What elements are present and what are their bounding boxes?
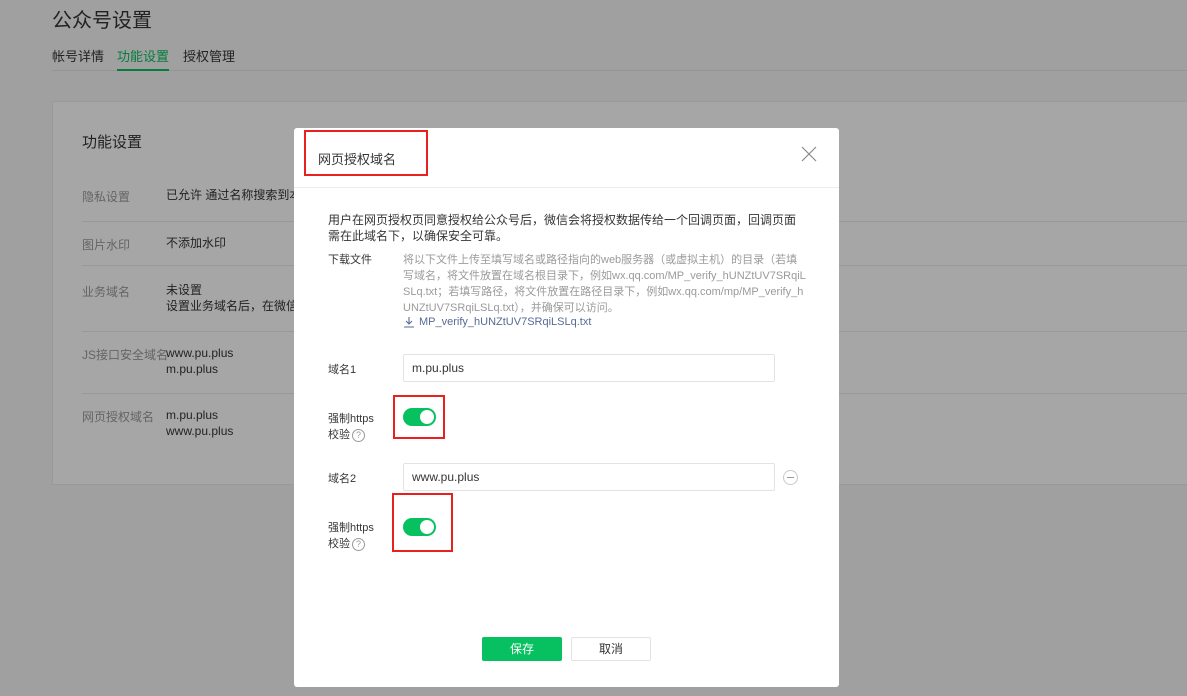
https2-label: 强制https (328, 522, 374, 534)
https1-label: 强制https (328, 413, 374, 425)
download-label: 下载文件 (328, 254, 372, 266)
https1-label-line2: 校验? (328, 426, 365, 442)
oauth-domain-dialog: 网页授权域名 用户在网页授权页同意授权给公众号后，微信会将授权数据传给一个回调页… (294, 128, 839, 687)
verify-label: 校验 (328, 538, 350, 550)
cancel-button[interactable]: 取消 (571, 637, 651, 661)
domain2-input[interactable] (403, 463, 775, 491)
verify-label: 校验 (328, 429, 350, 441)
download-file-name: MP_verify_hUNZtUV7SRqiLSLq.txt (419, 316, 592, 328)
download-icon (404, 317, 414, 328)
highlight-box-https2 (392, 493, 453, 552)
close-icon[interactable] (801, 146, 817, 162)
highlight-box-https1 (393, 395, 445, 439)
https2-label-line2: 校验? (328, 535, 365, 551)
domain1-label: 域名1 (328, 364, 357, 376)
dialog-description: 用户在网页授权页同意授权给公众号后，微信会将授权数据传给一个回调页面，回调页面需… (328, 213, 797, 243)
domain1-input[interactable] (403, 354, 775, 382)
remove-domain-icon[interactable] (783, 470, 798, 485)
download-file-link[interactable]: MP_verify_hUNZtUV7SRqiLSLq.txt (403, 316, 591, 328)
help-icon[interactable]: ? (352, 428, 365, 442)
save-button[interactable]: 保存 (482, 637, 562, 661)
domain2-label: 域名2 (328, 473, 357, 485)
download-instructions: 将以下文件上传至填写域名或路径指向的web服务器（或虚拟主机）的目录（若填写域名… (403, 254, 806, 314)
highlight-box-title (304, 130, 428, 176)
help-icon[interactable]: ? (352, 537, 365, 551)
